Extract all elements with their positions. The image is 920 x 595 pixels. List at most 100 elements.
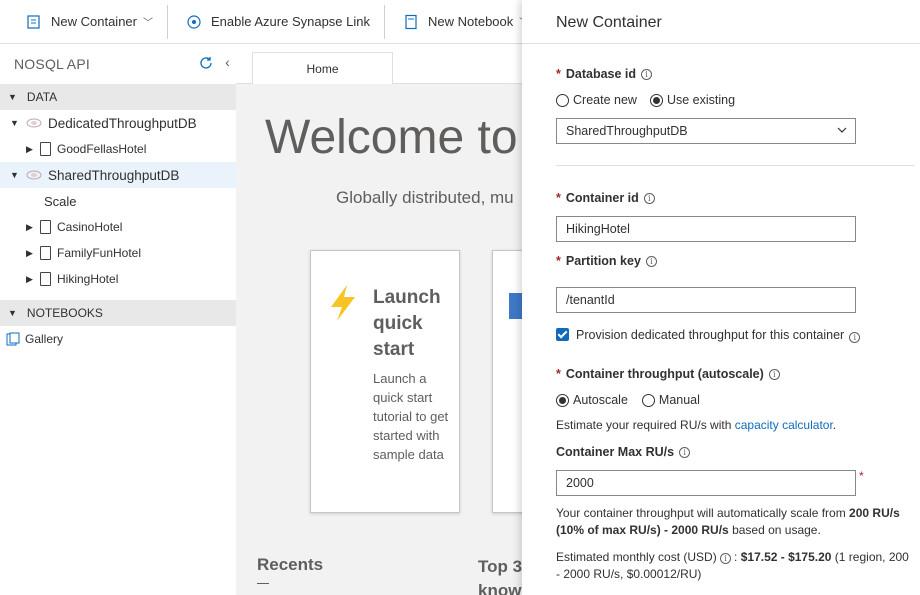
container-icon [40, 246, 51, 260]
panel-header-divider [522, 43, 920, 44]
use-existing-label: Use existing [666, 93, 736, 107]
tree-item-familyfun[interactable]: ▶ FamilyFunHotel [0, 240, 236, 266]
create-new-radio[interactable] [556, 93, 569, 107]
caret-right-icon: ▶ [26, 221, 33, 232]
autoscale-info-text: Your container throughput will automatic… [556, 505, 916, 539]
notebooks-section-label: NOTEBOOKS [26, 306, 103, 320]
chevron-down-icon: ﹀ [143, 18, 153, 29]
estimate-prefix: Estimate your required RU/s with [556, 418, 735, 432]
max-rus-input[interactable]: 2000 [556, 470, 856, 496]
database-select-value: SharedThroughputDB [566, 124, 688, 138]
use-existing-radio[interactable] [649, 93, 663, 107]
database-id-label: * Database id i [556, 67, 653, 81]
partition-key-text: Partition key [565, 254, 641, 268]
sidebar-header: NOSQL API ‹ [0, 44, 236, 84]
new-container-label: New Container [51, 14, 137, 29]
required-marker: * [556, 67, 561, 81]
cost-value: $17.52 - $175.20 [740, 550, 832, 564]
section-divider [556, 165, 914, 166]
notebook-icon [405, 14, 417, 29]
card-description: Launch a quick start tutorial to get sta… [373, 371, 449, 462]
card-icon [509, 293, 523, 319]
required-marker: * [859, 469, 864, 483]
caret-down-icon: ▼ [10, 118, 19, 128]
throughput-label: * Container throughput (autoscale) i [556, 367, 780, 381]
container-id-input[interactable]: HikingHotel [556, 216, 856, 242]
new-notebook-button[interactable]: New Notebook ﹀ [385, 2, 543, 42]
synapse-icon [187, 14, 201, 29]
app-root: New Container ﹀ Enable Azure Synapse Lin… [0, 0, 920, 595]
notebooks-section-header[interactable]: ▼ NOTEBOOKS [0, 300, 236, 326]
database-icon [26, 118, 42, 128]
card-title: Launch quick start [373, 287, 441, 360]
throughput-text: Container throughput (autoscale) [565, 367, 764, 381]
enable-synapse-label: Enable Azure Synapse Link [211, 14, 370, 29]
gallery-icon [6, 332, 20, 346]
new-container-button[interactable]: New Container ﹀ [0, 2, 167, 42]
recents-placeholder [257, 583, 269, 584]
container-id-label: * Container id i [556, 191, 655, 205]
tree-item-goodfellas[interactable]: ▶ GoodFellasHotel [0, 136, 236, 162]
tree-item-label: Gallery [25, 332, 64, 346]
autoscale-radio[interactable] [556, 393, 569, 407]
cost-label: Estimated monthly cost (USD) [556, 550, 721, 564]
tree-item-hiking[interactable]: ▶ HikingHotel [0, 266, 236, 292]
panel-title: New Container [556, 14, 662, 31]
info-icon[interactable]: i [641, 68, 653, 80]
tree-item-scale[interactable]: Scale [0, 188, 236, 214]
info-icon[interactable]: i [849, 332, 861, 343]
collapse-icon[interactable]: ‹ [225, 54, 230, 70]
enable-synapse-button[interactable]: Enable Azure Synapse Link [168, 2, 384, 42]
provision-throughput-row: Provision dedicated throughput for this … [556, 326, 861, 343]
tree-item-label: FamilyFunHotel [57, 246, 142, 260]
manual-radio[interactable] [641, 393, 655, 407]
tree-item-shared-db[interactable]: ▼ SharedThroughputDB [0, 162, 236, 188]
chevron-down-icon [837, 127, 847, 133]
tree-item-label: SharedThroughputDB [48, 167, 180, 183]
new-notebook-label: New Notebook [428, 14, 514, 29]
required-marker: * [556, 254, 561, 268]
provision-throughput-checkbox[interactable] [556, 328, 569, 341]
estimate-suffix: . [832, 418, 837, 432]
api-title: NOSQL API [14, 56, 90, 72]
tree-item-label: CasinoHotel [57, 220, 123, 234]
quick-start-card[interactable]: Launch quick start Launch a quick start … [310, 250, 460, 513]
new-container-icon [27, 14, 40, 29]
autoscale-label: Autoscale [573, 393, 628, 407]
info-icon[interactable]: i [645, 255, 657, 267]
manual-label: Manual [658, 393, 700, 407]
lightning-icon [331, 285, 355, 321]
required-marker: * [556, 191, 561, 205]
tree-item-dedicated-db[interactable]: ▼ DedicatedThroughputDB [0, 110, 236, 136]
max-rus-text: Container Max RU/s [556, 445, 675, 459]
container-icon [40, 272, 51, 286]
capacity-calculator-link[interactable]: capacity calculator [735, 418, 833, 432]
tree-item-label: Scale [44, 193, 77, 209]
info-icon[interactable]: i [679, 446, 691, 458]
partition-key-input[interactable]: /tenantId [556, 287, 856, 313]
database-icon [26, 170, 42, 180]
welcome-subtitle: Globally distributed, mu [336, 188, 514, 207]
tree-item-casino[interactable]: ▶ CasinoHotel [0, 214, 236, 240]
database-select[interactable]: SharedThroughputDB [556, 118, 856, 144]
caret-right-icon: ▶ [26, 247, 33, 258]
autoscale-info-suffix: based on usage. [728, 523, 821, 537]
tree-item-label: GoodFellasHotel [57, 142, 147, 156]
info-icon[interactable]: i [720, 553, 732, 564]
required-marker: * [556, 367, 561, 381]
tree-item-label: HikingHotel [57, 272, 119, 286]
autoscale-info-prefix: Your container throughput will automatic… [556, 506, 850, 520]
data-section-header[interactable]: ▼ DATA [0, 84, 236, 110]
create-new-label: Create new [573, 93, 637, 107]
info-icon[interactable]: i [643, 192, 655, 204]
tree-item-gallery[interactable]: Gallery [0, 326, 236, 352]
tab-home[interactable]: Home [252, 52, 393, 84]
welcome-heading: Welcome to [265, 111, 518, 164]
throughput-mode-radios: Autoscale Manual [556, 393, 700, 407]
caret-down-icon: ▼ [8, 92, 17, 102]
refresh-icon[interactable] [198, 55, 214, 71]
info-icon[interactable]: i [768, 368, 780, 380]
resource-tree: NOSQL API ‹ ▼ DATA ▼ DedicatedThroughput… [0, 44, 236, 595]
tree-item-label: DedicatedThroughputDB [48, 115, 197, 131]
max-rus-label: Container Max RU/s i [556, 445, 691, 459]
